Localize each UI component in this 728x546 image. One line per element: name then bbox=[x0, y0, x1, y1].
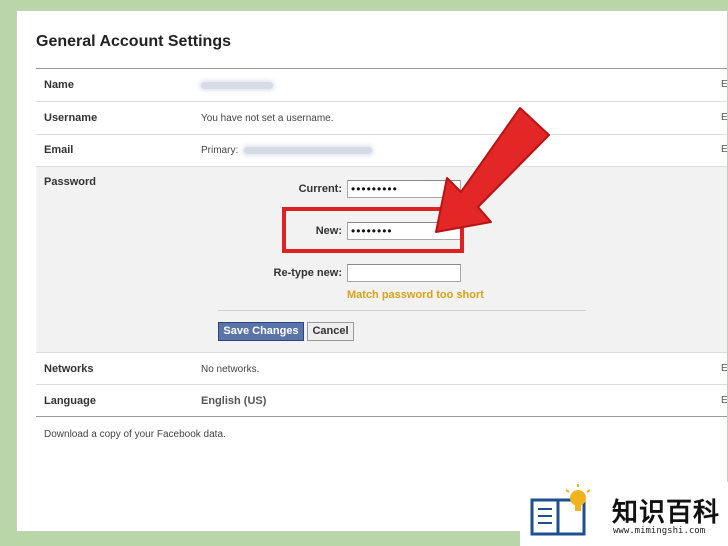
book-lightbulb-icon bbox=[530, 484, 591, 536]
watermark-url: www.mimingshi.com bbox=[613, 526, 706, 536]
watermark: 知识百科 www.mimingshi.com bbox=[520, 482, 728, 546]
red-arrow-icon bbox=[435, 107, 550, 233]
watermark-title: 知识百科 bbox=[612, 498, 721, 528]
